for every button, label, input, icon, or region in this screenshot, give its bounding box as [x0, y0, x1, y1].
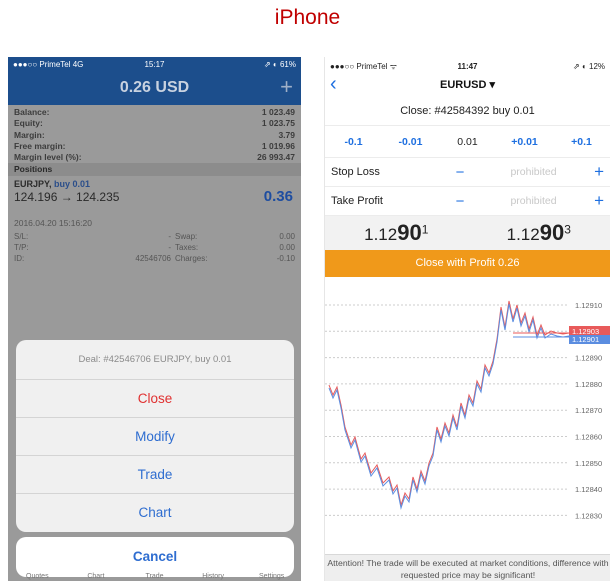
position-date-row: 2016.04.20 15:16:20 [8, 218, 301, 228]
tab-settings[interactable]: Settings [242, 573, 301, 581]
tab-quotes[interactable]: Quotes [8, 573, 67, 581]
detail-row: S/L: - Swap: 0.00 [14, 232, 295, 242]
positions-section-label: Positions [8, 163, 301, 177]
chart-axis-label: 1.12850 [575, 459, 602, 468]
add-icon[interactable]: + [280, 74, 293, 100]
position-date: 2016.04.20 15:16:20 [14, 218, 92, 229]
increase-small-button[interactable]: +0.01 [496, 136, 553, 148]
carrier-label: ●●●○○ PrimeTel 4G [13, 59, 84, 69]
bid-price-tag-label: 1.12901 [572, 335, 599, 344]
stop-loss-label: Stop Loss [331, 166, 380, 178]
bid-price: 1.12901 [364, 220, 429, 245]
chart-axis-label: 1.12890 [575, 354, 602, 363]
modify-option[interactable]: Modify [16, 418, 294, 456]
take-profit-label: Take Profit [331, 195, 383, 207]
position-symbol: EURJPY, buy 0.01 [14, 179, 91, 190]
detail-row: T/P: - Taxes: 0.00 [14, 243, 295, 253]
decrease-small-button[interactable]: -0.01 [382, 136, 439, 148]
header-title: 0.26 USD [119, 79, 190, 96]
chart-axis-label: 1.12880 [575, 380, 602, 389]
position-row[interactable]: EURJPY, buy 0.01 124.196 → 124.235 0.36 [8, 176, 301, 218]
warning-text: Attention! The trade will be executed at… [325, 554, 610, 581]
status-bar: ●●●○○ PrimeTel 4G 15:17 ⇗ ◐ 61% [8, 57, 301, 71]
stop-loss-row: Stop Loss − prohibited + [325, 158, 610, 187]
bid-series-line [328, 303, 570, 510]
action-sheet: Deal: #42546706 EURJPY, buy 0.01 Close M… [16, 340, 294, 532]
tab-history[interactable]: History [184, 573, 243, 581]
quote-prices: 1.12901 1.12903 [325, 216, 610, 250]
close-with-profit-button[interactable]: Close with Profit 0.26 [325, 250, 610, 277]
position-prices: 124.196 → 124.235 [14, 190, 120, 205]
chart-option[interactable]: Chart [16, 494, 294, 532]
order-title: Close: #42584392 buy 0.01 [325, 97, 610, 126]
tab-chart[interactable]: Chart [67, 573, 126, 581]
back-chevron-icon[interactable]: ‹ [330, 74, 337, 94]
tick-chart: 1.129101.129001.128901.128801.128701.128… [325, 277, 610, 543]
status-bar: ●●●○○ PrimeTel ᯤ 11:47 ⇗ ◐ 12% [325, 57, 610, 75]
stop-loss-minus-button[interactable]: − [435, 164, 485, 181]
clock-label: 11:47 [457, 61, 478, 71]
trade-header: 0.26 USD + [8, 71, 301, 105]
take-profit-minus-button[interactable]: − [435, 193, 485, 210]
battery-label: ⇗ ◐ 61% [263, 59, 296, 69]
carrier-label: ●●●○○ PrimeTel ᯤ [330, 61, 398, 71]
right-phone-screen: ●●●○○ PrimeTel ᯤ 11:47 ⇗ ◐ 12% ‹ EURUSD … [324, 57, 610, 581]
stop-loss-field[interactable]: prohibited [485, 166, 582, 178]
chart-axis-label: 1.12830 [575, 511, 602, 520]
position-profit: 0.36 [263, 188, 293, 206]
position-side: buy 0.01 [54, 179, 91, 190]
take-profit-field[interactable]: prohibited [485, 195, 582, 207]
close-option[interactable]: Close [16, 380, 294, 418]
take-profit-row: Take Profit − prohibited + [325, 187, 610, 216]
stop-loss-plus-button[interactable]: + [582, 162, 604, 182]
clock-label: 15:17 [144, 59, 165, 69]
increase-large-button[interactable]: +0.1 [553, 136, 610, 148]
account-row: Margin: 3.79 [14, 129, 295, 140]
tab-bar: Quotes Chart Trade History Settings [8, 573, 301, 581]
tick-chart-svg: 1.129101.129001.128901.128801.128701.128… [325, 300, 610, 520]
ask-price: 1.12903 [506, 220, 571, 245]
symbol-selector[interactable]: EURUSD ▾ [440, 79, 495, 91]
chart-axis-label: 1.12870 [575, 406, 602, 415]
chart-axis-label: 1.12860 [575, 433, 602, 442]
page-heading: iPhone [274, 6, 341, 29]
chart-axis-label: 1.12910 [575, 301, 602, 310]
detail-row: ID: 42546706 Charges: -0.10 [14, 254, 295, 264]
chart-axis-label: 1.12840 [575, 485, 602, 494]
account-summary: Balance: 1 023.49 Equity: 1 023.75 Margin:… [8, 105, 301, 163]
left-phone-screen: ●●●○○ PrimeTel 4G 15:17 ⇗ ◐ 61% 0.26 USD… [8, 57, 301, 581]
volume-stepper: -0.1 -0.01 0.01 +0.01 +0.1 [325, 126, 610, 158]
take-profit-plus-button[interactable]: + [582, 191, 604, 211]
decrease-large-button[interactable]: -0.1 [325, 136, 382, 148]
volume-value[interactable]: 0.01 [439, 136, 496, 148]
trade-option[interactable]: Trade [16, 456, 294, 494]
tab-trade[interactable]: Trade [125, 573, 184, 581]
account-row: Balance: 1 023.49 [14, 107, 295, 117]
nav-bar: ‹ EURUSD ▾ [325, 74, 610, 97]
account-row: Equity: 1 023.75 [14, 118, 295, 129]
battery-label: ⇗ ◐ 12% [573, 61, 606, 71]
action-sheet-title: Deal: #42546706 EURJPY, buy 0.01 [16, 340, 294, 380]
position-details: S/L: - Swap: 0.00 T/P: - Taxes: 0.00 ID: 425467… [8, 231, 301, 264]
account-row: Margin level (%): 26 993.47 [14, 152, 295, 163]
cancel-button[interactable]: Cancel [16, 537, 294, 577]
account-row: Free margin: 1 019.96 [14, 140, 295, 151]
